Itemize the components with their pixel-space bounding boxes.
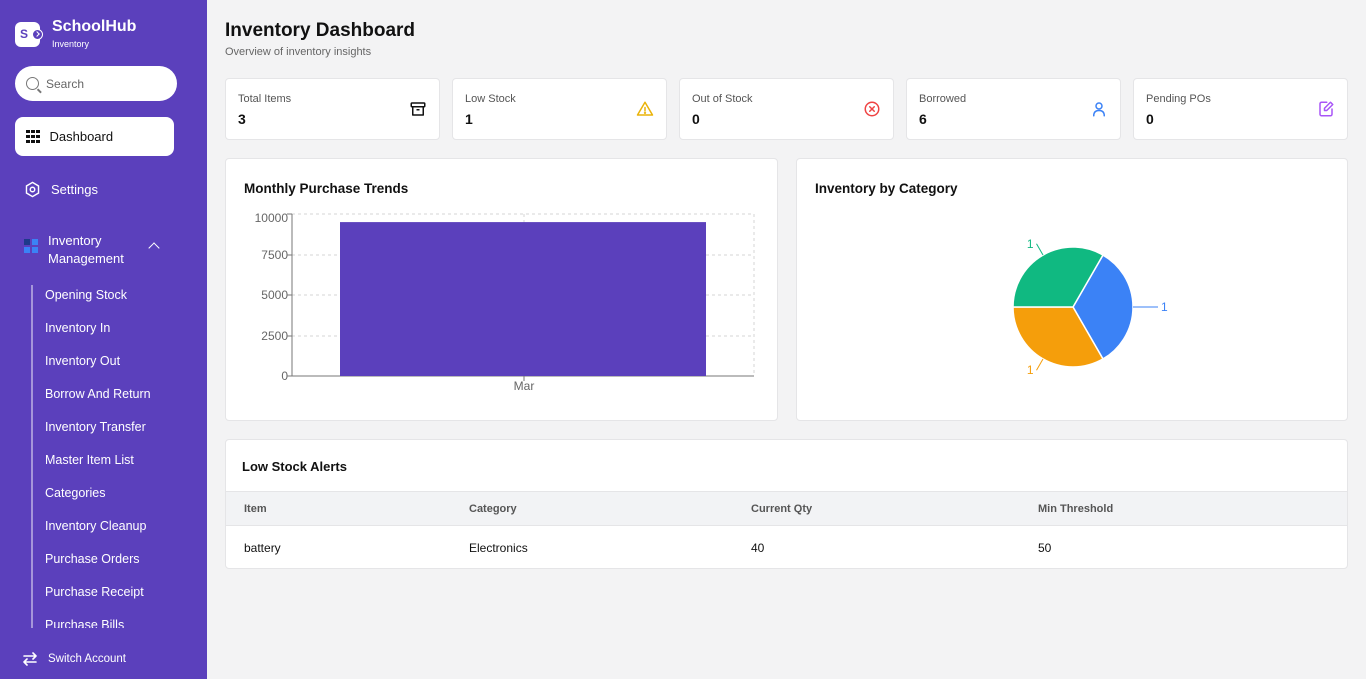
stat-label: Out of Stock [692, 93, 753, 105]
stat-value: 0 [692, 111, 700, 127]
cell-min-threshold: 50 [1038, 541, 1052, 555]
submenu-line [31, 285, 33, 628]
column-header-current-qty[interactable]: Current Qty [751, 503, 812, 515]
switch-account-button[interactable]: Switch Account [22, 652, 126, 666]
switch-arrows-icon [23, 652, 37, 666]
warning-icon [636, 101, 654, 116]
gear-icon [25, 181, 40, 198]
low-stock-card: Low Stock Alerts Item Category Current Q… [225, 439, 1348, 569]
column-header-item[interactable]: Item [244, 503, 267, 515]
brand-subtitle: Inventory [52, 39, 90, 49]
column-header-min-threshold[interactable]: Min Threshold [1038, 503, 1113, 515]
nav-dashboard-label: Dashboard [49, 129, 114, 144]
submenu-item-borrow-and-return[interactable]: Borrow And Return [45, 386, 151, 419]
table-header: Item Category Current Qty Min Threshold [226, 491, 1347, 526]
column-header-category[interactable]: Category [469, 503, 517, 515]
inventory-submenu: Opening Stock Inventory In Inventory Out… [45, 287, 151, 628]
submenu-item-inventory-in[interactable]: Inventory In [45, 320, 151, 353]
stat-label: Total Items [238, 93, 292, 105]
stat-value: 0 [1146, 111, 1154, 127]
submenu-item-purchase-receipt[interactable]: Purchase Receipt [45, 584, 151, 617]
pie-chart: 1 1 1 [1012, 237, 1168, 377]
submenu-item-inventory-transfer[interactable]: Inventory Transfer [45, 419, 151, 452]
pie-label: 1 [1027, 363, 1034, 377]
pie-label: 1 [1161, 300, 1168, 314]
pie-label-line [1036, 243, 1044, 256]
stat-card-total-items: Total Items 3 [225, 78, 440, 140]
stat-label: Low Stock [465, 93, 516, 105]
bar-mar[interactable] [340, 222, 706, 376]
stat-card-low-stock: Low Stock 1 [452, 78, 667, 140]
brand-logo-letter: S [20, 26, 29, 41]
chevron-up-icon[interactable] [148, 242, 160, 254]
search-icon [26, 77, 39, 90]
archive-icon [410, 102, 426, 116]
brand-logo: S [15, 21, 43, 47]
sidebar: S SchoolHub Inventory Dashboard Settings… [0, 0, 207, 679]
submenu-item-master-item-list[interactable]: Master Item List [45, 452, 151, 485]
stat-card-out-of-stock: Out of Stock 0 [679, 78, 894, 140]
cell-current-qty: 40 [751, 541, 765, 555]
stat-label: Borrowed [919, 93, 967, 105]
stat-value: 1 [465, 111, 473, 127]
purchase-trends-card: Monthly Purchase Trends 10000 7500 5000 … [225, 158, 778, 421]
inventory-icon [24, 239, 38, 253]
submenu-item-inventory-out[interactable]: Inventory Out [45, 353, 151, 386]
cell-category: Electronics [469, 541, 528, 555]
submenu-item-purchase-bills[interactable]: Purchase Bills [45, 617, 151, 628]
x-circle-icon [864, 101, 880, 117]
stat-card-borrowed: Borrowed 6 [906, 78, 1121, 140]
collapse-chevron-icon[interactable] [32, 28, 43, 40]
bar-chart [287, 213, 755, 381]
nav-settings-label: Settings [51, 182, 98, 197]
page-subtitle: Overview of inventory insights [225, 46, 372, 58]
submenu-item-opening-stock[interactable]: Opening Stock [45, 287, 151, 320]
stat-value: 3 [238, 111, 246, 127]
stat-card-pending-pos: Pending POs 0 [1133, 78, 1348, 140]
nav-inventory-management[interactable]: Inventory Management [24, 232, 164, 268]
submenu-item-purchase-orders[interactable]: Purchase Orders [45, 551, 151, 584]
page-title: Inventory Dashboard [225, 20, 416, 41]
edit-icon [1319, 101, 1334, 117]
user-icon [1093, 102, 1105, 117]
submenu-item-inventory-cleanup[interactable]: Inventory Cleanup [45, 518, 151, 551]
brand[interactable]: S SchoolHub Inventory [15, 18, 136, 50]
cell-item: battery [244, 541, 281, 555]
pie-label-line [1036, 358, 1044, 371]
switch-account-label: Switch Account [48, 653, 126, 665]
brand-name: SchoolHub [52, 18, 137, 35]
nav-settings[interactable]: Settings [24, 181, 98, 198]
submenu-item-categories[interactable]: Categories [45, 485, 151, 518]
pie-label: 1 [1027, 237, 1034, 251]
stat-value: 6 [919, 111, 927, 127]
search-box[interactable] [15, 66, 177, 101]
category-card: Inventory by Category 111 [796, 158, 1348, 421]
search-input[interactable] [46, 76, 166, 91]
stat-label: Pending POs [1146, 93, 1211, 105]
grid-icon [26, 129, 40, 144]
table-title: Low Stock Alerts [242, 459, 347, 474]
nav-dashboard[interactable]: Dashboard [15, 117, 174, 156]
nav-inventory-management-label: Inventory Management [48, 233, 124, 266]
